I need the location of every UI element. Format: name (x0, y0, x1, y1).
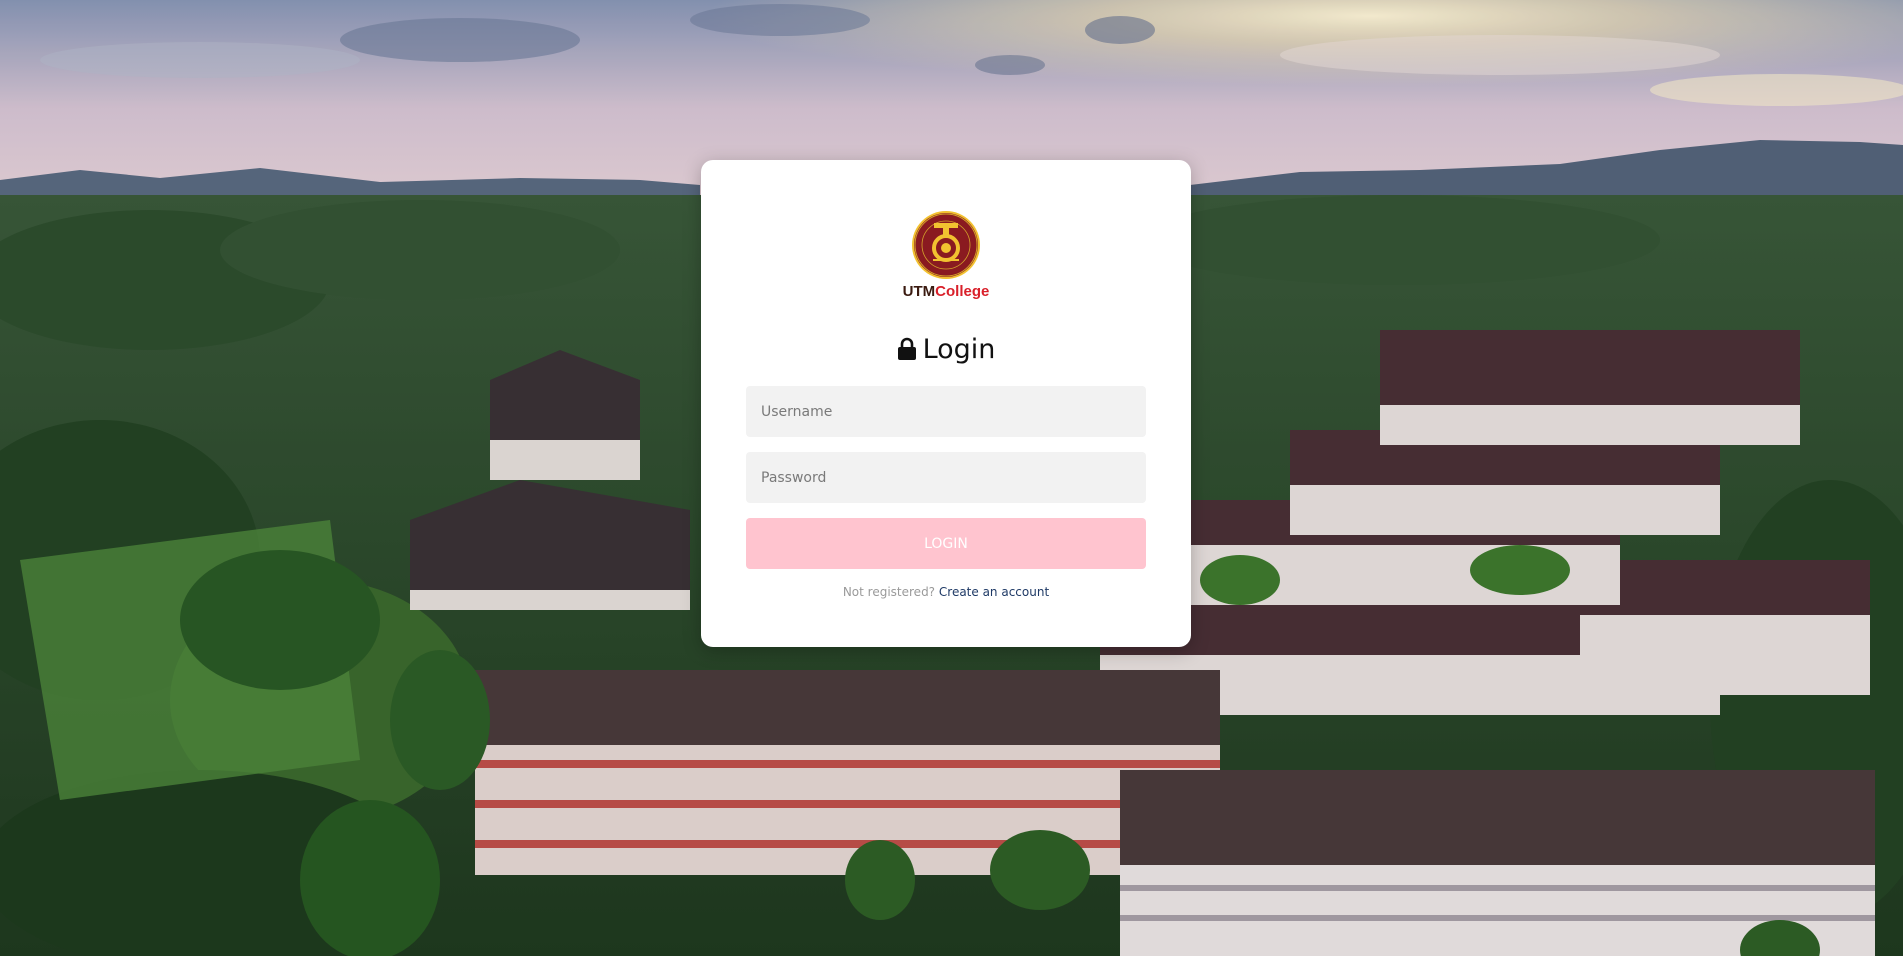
username-input[interactable] (746, 386, 1146, 437)
login-heading: Login (701, 333, 1191, 367)
create-account-link[interactable]: Create an account (939, 585, 1049, 599)
login-card: UTMCollege Login LOGIN Not registered? C… (701, 160, 1191, 647)
brand-name-part1: UTM (902, 283, 936, 300)
utm-emblem-icon (912, 211, 980, 279)
brand-name: UTMCollege (701, 284, 1191, 300)
register-prompt: Not registered? Create an account (701, 585, 1191, 599)
login-title: Login (922, 334, 996, 365)
brand-name-part2: College (935, 283, 990, 300)
lock-icon (897, 337, 916, 360)
brand-logo: UTMCollege (701, 210, 1191, 300)
register-prompt-text: Not registered? (842, 585, 936, 599)
login-button[interactable]: LOGIN (746, 518, 1146, 569)
password-input[interactable] (746, 452, 1146, 503)
